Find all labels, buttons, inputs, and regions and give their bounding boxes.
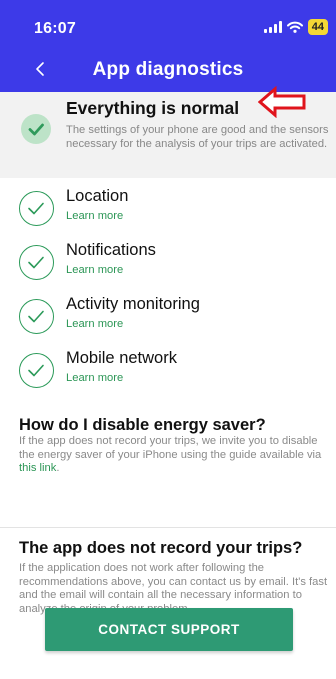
check-item-mobile-network: Mobile network Learn more bbox=[0, 349, 336, 399]
summary-description: The settings of your phone are good and … bbox=[66, 124, 329, 150]
page-title: App diagnostics bbox=[92, 59, 244, 80]
wifi-icon bbox=[286, 21, 303, 33]
check-circle-icon bbox=[19, 353, 54, 388]
check-item-notifications: Notifications Learn more bbox=[0, 241, 336, 291]
learn-more-link[interactable]: Learn more bbox=[66, 318, 123, 330]
check-item-title: Mobile network bbox=[66, 349, 177, 367]
status-icons: 44 bbox=[263, 19, 328, 35]
summary-title: Everything is normal bbox=[66, 98, 240, 118]
check-circle-icon bbox=[19, 245, 54, 280]
annotation-arrow-icon bbox=[258, 86, 306, 118]
section-divider bbox=[0, 527, 336, 528]
check-item-title: Activity monitoring bbox=[66, 295, 200, 313]
check-circle-icon bbox=[19, 191, 54, 226]
check-item-location: Location Learn more bbox=[0, 187, 336, 237]
battery-indicator: 44 bbox=[307, 19, 328, 35]
status-time: 16:07 bbox=[34, 20, 76, 37]
learn-more-link[interactable]: Learn more bbox=[66, 372, 123, 384]
check-circle-filled-icon bbox=[21, 114, 51, 144]
energy-saver-heading: How do I disable energy saver? bbox=[19, 416, 266, 434]
contact-support-button[interactable]: CONTACT SUPPORT bbox=[45, 608, 293, 651]
energy-saver-body: If the app does not record your trips, w… bbox=[19, 435, 322, 461]
signal-icon bbox=[263, 21, 282, 33]
energy-saver-end: . bbox=[56, 462, 60, 474]
learn-more-link[interactable]: Learn more bbox=[66, 264, 123, 276]
status-bar: 16:07 44 bbox=[0, 0, 336, 46]
check-item-title: Notifications bbox=[66, 241, 156, 259]
trips-heading: The app does not record your trips? bbox=[19, 539, 303, 557]
learn-more-link[interactable]: Learn more bbox=[66, 210, 123, 222]
app-header: 16:07 44 App diagnostics bbox=[0, 0, 336, 92]
check-circle-icon bbox=[19, 299, 54, 334]
check-item-activity-monitoring: Activity monitoring Learn more bbox=[0, 295, 336, 345]
guide-link[interactable]: this link bbox=[19, 462, 56, 474]
check-item-title: Location bbox=[66, 187, 129, 205]
energy-saver-text: If the app does not record your trips, w… bbox=[19, 435, 335, 476]
